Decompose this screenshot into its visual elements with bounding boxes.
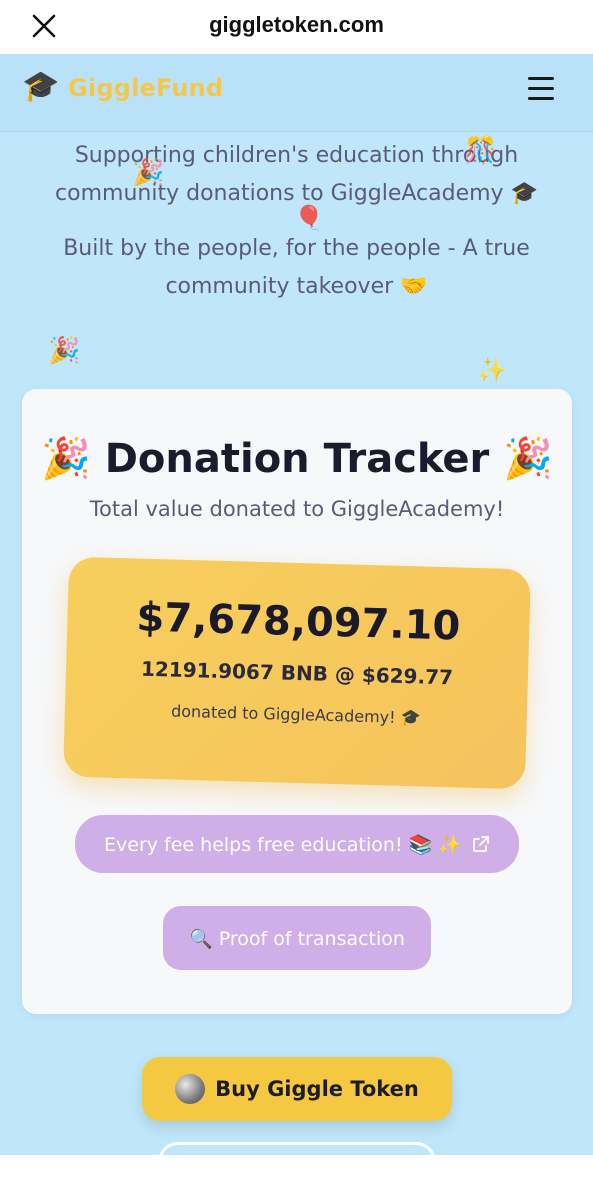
fee-button-label: Every fee helps free education! 📚 ✨ <box>104 833 462 856</box>
donation-amount-box: $7,678,097.10 12191.9067 BNB @ $629.77 d… <box>63 556 531 790</box>
external-link-icon <box>473 836 489 852</box>
address-bar-url[interactable]: giggletoken.com <box>0 12 593 38</box>
fee-info-link-button[interactable]: Every fee helps free education! 📚 ✨ <box>75 815 519 873</box>
browser-bar: giggletoken.com <box>0 0 593 54</box>
brand-logo-text[interactable]: GiggleFund <box>68 74 223 102</box>
buy-button-label: Buy Giggle Token <box>215 1077 419 1101</box>
donation-bnb-amount: 12191.9067 BNB @ $629.77 <box>140 656 454 690</box>
sparkles-icon: ✨ <box>477 356 507 384</box>
proof-of-transaction-button[interactable]: 🔍 Proof of transaction <box>163 906 431 970</box>
tracker-subtitle: Total value donated to GiggleAcademy! <box>89 497 505 521</box>
hero-tagline: Supporting children's education through … <box>55 143 538 206</box>
browser-bottom-bar <box>0 1155 593 1199</box>
coin-icon <box>175 1074 206 1104</box>
buy-giggle-token-button[interactable]: Buy Giggle Token <box>142 1057 452 1121</box>
tracker-title: 🎉 Donation Tracker 🎉 <box>40 436 554 482</box>
graduation-cap-icon: 🎓 <box>22 69 60 104</box>
donation-recipient-text: donated to GiggleAcademy! 🎓 <box>170 701 421 728</box>
donation-total-usd: $7,678,097.10 <box>135 594 461 650</box>
donation-tracker-card: 🎉 Donation Tracker 🎉 Total value donated… <box>22 389 572 1014</box>
hamburger-menu-icon[interactable] <box>528 77 558 107</box>
party-popper-icon: 🎉 <box>48 336 81 366</box>
proof-button-label: 🔍 Proof of transaction <box>189 927 405 950</box>
hero-community-text: Built by the people, for the people - A … <box>63 236 530 299</box>
site-header: 🎓 GiggleFund <box>0 54 593 132</box>
